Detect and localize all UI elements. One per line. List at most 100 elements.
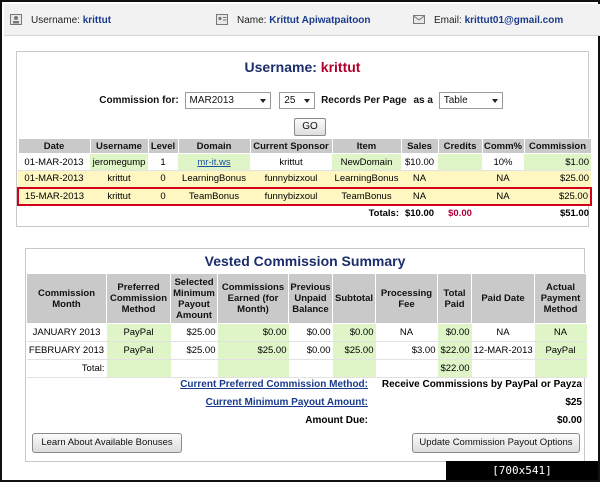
profile-username: Username: krittut [10,14,111,26]
cell-username: jeromegump [90,153,148,171]
col-paid-date: Paid Date [471,273,535,324]
cell-subtotal: $0.00 [332,323,376,342]
totals-commission: $51.00 [559,208,589,219]
cell-earned: $0.00 [217,323,289,342]
cell-date: 01-MAR-2013 [18,153,90,171]
view-select[interactable]: Table [438,92,503,109]
id-card-icon [216,14,228,25]
profile-bar: Username: krittut Name: Krittut Apiwatpa… [4,4,600,36]
name-value: Krittut Apiwatpaitoon [269,15,371,26]
commission-title-user: krittut [320,59,361,75]
view-select-value: Table [443,95,468,106]
domain-link[interactable]: mr-it.ws [197,157,230,168]
blank-cell [170,359,218,378]
commission-header-row: Date Username Level Domain Current Spons… [17,138,592,154]
table-row: JANUARY 2013 PayPal $25.00 $0.00 $0.00 $… [26,323,587,342]
username-label: Username: [31,15,80,26]
commission-title: Username: krittut [17,59,588,75]
cell-min-payout: $25.00 [170,323,218,342]
profile-name: Name: Krittut Apiwatpaitoon [216,14,371,26]
cell-domain: TeamBonus [178,186,250,206]
cell-method: PayPal [106,323,171,342]
as-a-label: as a [413,95,433,106]
go-button[interactable]: GO [294,118,326,136]
col-username: Username [89,138,149,154]
chevron-down-icon [491,99,498,103]
month-select[interactable]: MAR2013 [184,92,271,109]
commission-for-label: Commission for: [99,95,179,106]
commission-title-prefix: Username: [244,59,317,75]
vested-total-label: Total: [26,359,107,378]
cell-sponsor: funnybizxoul [250,170,332,188]
cell-comm-pct: NA [482,186,524,206]
cell-paid: $22.00 [437,341,472,360]
vested-total-row: Total: $22.00 [26,359,587,378]
vested-summary-panel: Vested Commission Summary Commission Mon… [25,248,587,462]
min-payout-link[interactable]: Current Minimum Payout Amount: [206,397,368,408]
table-row: 01-MAR-2013 jeromegump 1 mr-it.ws krittu… [18,153,591,171]
records-select[interactable]: 25 [279,92,316,109]
cell-credits [438,186,482,206]
totals-credits: $0.00 [448,208,472,219]
chevron-down-icon [304,99,311,103]
learn-bonuses-button[interactable]: Learn About Available Bonuses [32,433,182,453]
col-sales: Sales [400,138,439,154]
vested-table: Commission Month Preferred Commission Me… [26,273,587,378]
col-sponsor: Current Sponsor [249,138,333,154]
cell-username: krittut [90,170,148,188]
screenshot-frame: Username: krittut Name: Krittut Apiwatpa… [0,0,600,482]
user-icon [10,14,22,25]
image-host-badge: [700x541] http://upic.me/ [446,461,598,480]
cell-min-payout: $25.00 [170,341,218,360]
cell-actual: PayPal [534,341,587,360]
cell-earned: $25.00 [217,341,289,360]
table-row: 01-MAR-2013 krittut 0 LearningBonus funn… [18,170,591,188]
cell-month: FEBRUARY 2013 [26,341,107,360]
cell-paid: $0.00 [437,323,472,342]
cell-level: 0 [148,186,178,206]
col-commission: Commission [523,138,592,154]
pref-method-row: Current Preferred Commission Method: Rec… [26,377,586,394]
email-label: Email: [434,15,462,26]
cell-date: 01-MAR-2013 [18,170,90,188]
cell-credits [438,170,482,188]
col-earned: Commissions Earned (for Month) [217,273,289,324]
cell-actual: NA [534,323,587,342]
cell-comm-pct: 10% [482,153,524,171]
cell-sales: NA [401,170,438,188]
col-item: Item [331,138,402,154]
profile-email: Email: krittut01@gmail.com [413,14,563,26]
records-select-value: 25 [284,95,296,106]
cell-item: LearningBonus [332,170,401,188]
col-subtotal: Subtotal [332,273,376,324]
table-row: FEBRUARY 2013 PayPal $25.00 $25.00 $0.00… [26,341,587,360]
min-payout-value: $25 [565,397,582,408]
cell-method: PayPal [106,341,171,360]
cell-paid-date: NA [471,323,535,342]
vested-header-row: Commission Month Preferred Commission Me… [26,273,587,324]
col-min-payout: Selected Minimum Payout Amount [170,273,218,324]
cell-sales: $10.00 [401,153,438,171]
cell-domain: mr-it.ws [178,153,250,171]
cell-date: 15-MAR-2013 [17,186,90,206]
vested-total-paid: $22.00 [437,359,472,378]
commission-table: Date Username Level Domain Current Spons… [17,138,592,222]
blank-cell [534,359,587,378]
min-payout-row: Current Minimum Payout Amount: $25 [26,395,586,412]
cell-commission: $25.00 [524,170,591,188]
cell-level: 0 [148,170,178,188]
pref-method-link[interactable]: Current Preferred Commission Method: [180,379,368,390]
update-payout-options-button[interactable]: Update Commission Payout Options [412,433,580,453]
blank-cell [288,359,333,378]
cell-prev: $0.00 [288,341,333,360]
cell-comm-pct: NA [482,170,524,188]
pref-method-value: Receive Commissions by PayPal or Payza [381,379,582,390]
cell-month: JANUARY 2013 [26,323,107,342]
amount-due-label: Amount Due: [305,415,368,426]
cell-commission: $1.00 [524,153,591,171]
col-processing-fee: Processing Fee [375,273,438,324]
commission-filters: Commission for: MAR2013 25 Records Per P… [17,92,588,109]
table-row-highlighted: 15-MAR-2013 krittut 0 TeamBonus funnybiz… [17,186,592,206]
col-date: Date [17,138,91,154]
cell-domain: LearningBonus [178,170,250,188]
